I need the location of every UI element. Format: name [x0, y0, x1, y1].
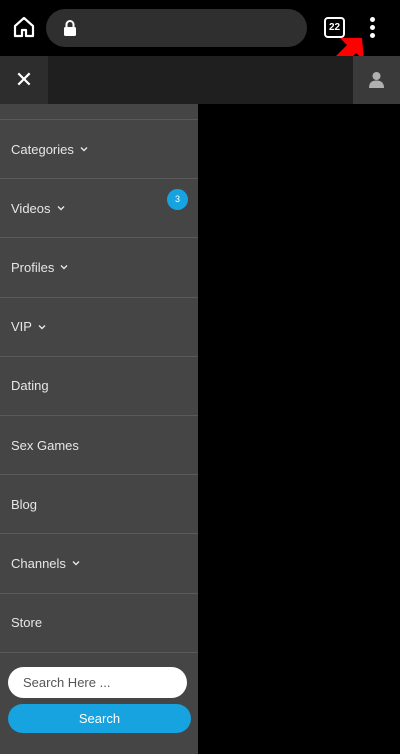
site-header: ✕ [0, 56, 400, 104]
menu-item-channels[interactable]: Channels [0, 534, 198, 594]
page-content-area [198, 104, 400, 754]
tab-switcher-button[interactable]: 22 [324, 17, 345, 38]
menu-item-label: Videos [11, 200, 51, 216]
menu-item-label: Blog [11, 496, 38, 512]
close-icon: ✕ [14, 67, 34, 92]
search-button[interactable]: Search [8, 704, 191, 733]
menu-divider [0, 104, 198, 120]
menu-item-label: Channels [11, 555, 66, 571]
menu-item-sex-games[interactable]: Sex Games [0, 416, 198, 476]
menu-item-videos[interactable]: Videos 3 [0, 179, 198, 239]
menu-item-store[interactable]: Store [0, 594, 198, 653]
close-menu-button[interactable]: ✕ [0, 56, 48, 104]
menu-item-label: Sex Games [11, 437, 79, 453]
chevron-down-icon [38, 324, 46, 330]
lock-icon [64, 20, 76, 36]
menu-item-categories[interactable]: Categories [0, 120, 198, 180]
menu-item-profiles[interactable]: Profiles [0, 238, 198, 298]
home-icon[interactable] [12, 15, 36, 39]
header-bar [48, 56, 353, 104]
chevron-down-icon [60, 265, 68, 270]
address-bar[interactable] [46, 9, 307, 47]
menu-item-dating[interactable]: Dating [0, 357, 198, 416]
notification-badge: 3 [167, 189, 188, 211]
side-navigation-menu: Categories Videos 3 Profiles VIP Dating … [0, 104, 198, 754]
chevron-down-icon [80, 147, 88, 152]
browser-toolbar: 22 [0, 0, 400, 74]
menu-item-vip[interactable]: VIP [0, 298, 198, 357]
menu-item-label: Store [11, 615, 43, 631]
menu-item-label: VIP [11, 319, 32, 335]
menu-item-blog[interactable]: Blog [0, 475, 198, 535]
user-icon [369, 72, 384, 88]
menu-item-label: Categories [11, 141, 74, 157]
menu-item-label: Dating [11, 378, 49, 394]
chevron-down-icon [72, 561, 80, 566]
menu-item-label: Profiles [11, 259, 55, 275]
chevron-down-icon [57, 206, 65, 211]
search-input[interactable] [8, 667, 187, 698]
user-account-button[interactable] [353, 56, 400, 104]
